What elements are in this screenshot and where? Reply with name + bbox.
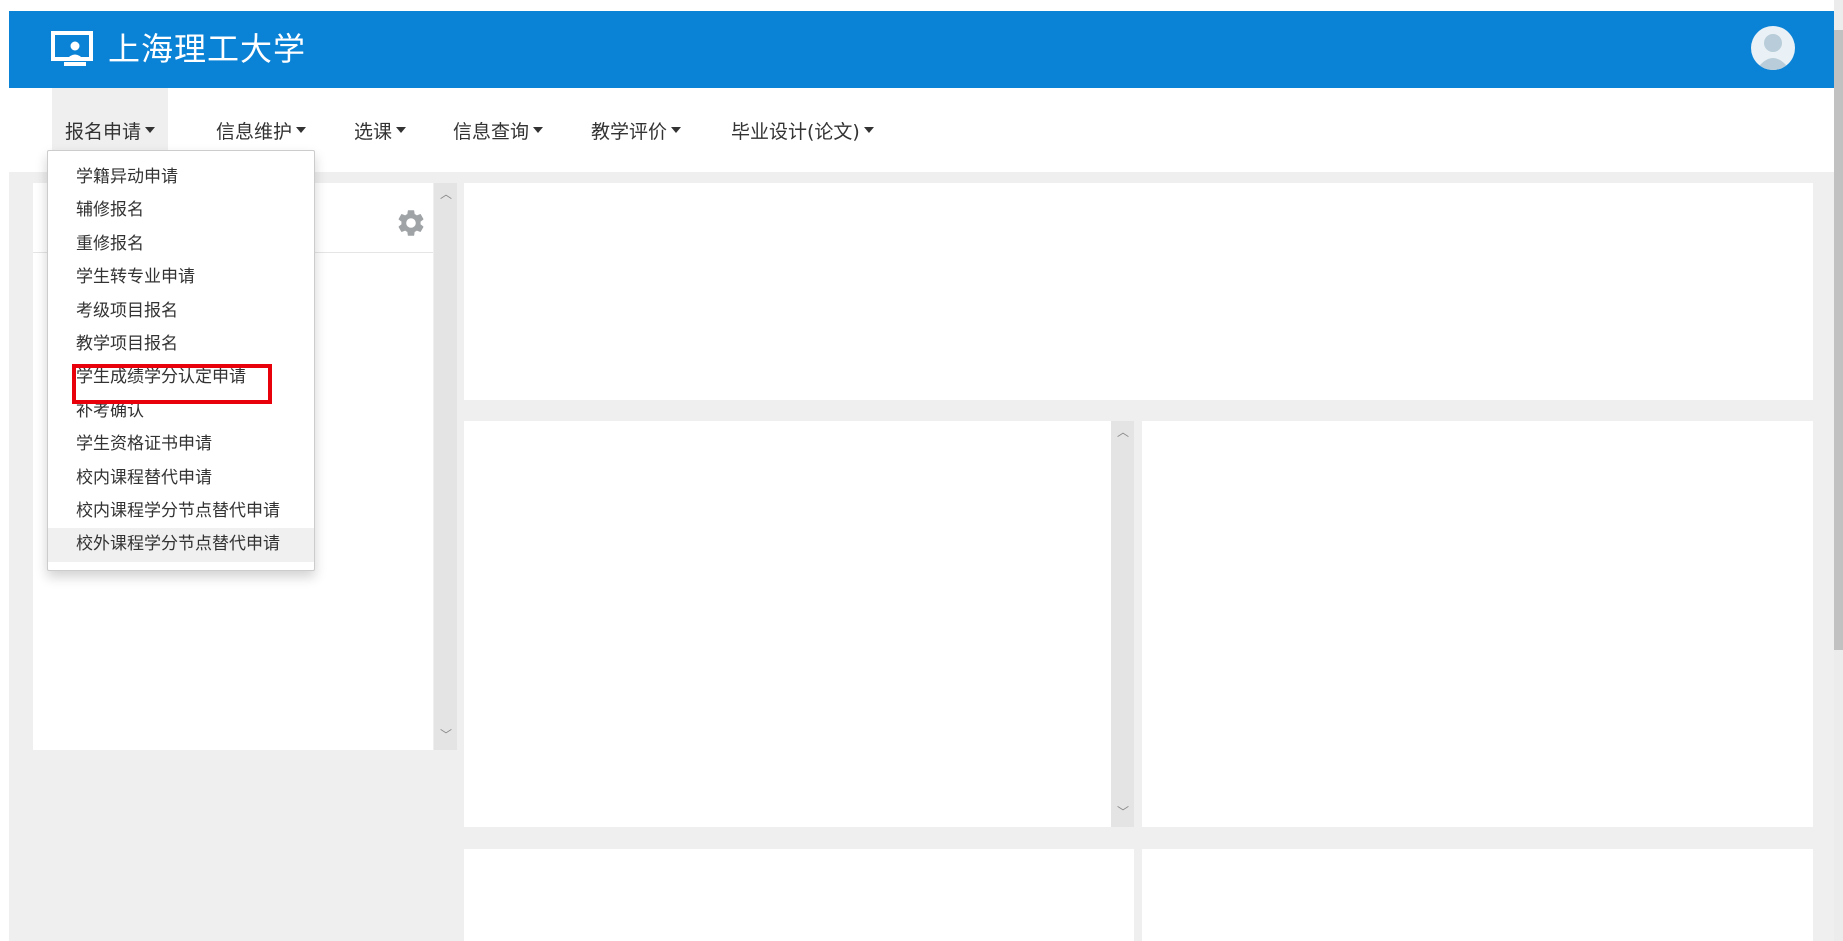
nav-item-label: 选课 — [354, 120, 393, 143]
dropdown-item-credit-recognition[interactable]: 学生成绩学分认定申请 — [48, 361, 314, 394]
nav-item-info-query[interactable]: 信息查询 — [453, 88, 544, 172]
user-avatar-icon[interactable] — [1751, 26, 1795, 70]
page-scrollbar-thumb[interactable] — [1834, 30, 1843, 650]
dropdown-item-makeup-exam-confirm[interactable]: 补考确认 — [48, 395, 314, 428]
nav-item-label: 信息查询 — [453, 120, 530, 143]
chevron-up-icon[interactable]: ︿ — [1117, 426, 1129, 438]
nav-item-label: 教学评价 — [591, 120, 668, 143]
caret-down-icon — [296, 127, 307, 133]
gear-icon[interactable] — [395, 207, 427, 239]
dropdown-item-internal-course-substitute[interactable]: 校内课程替代申请 — [48, 462, 314, 495]
logo[interactable]: 上海理工大学 — [50, 25, 306, 73]
dropdown-item-major-transfer[interactable]: 学生转专业申请 — [48, 261, 314, 294]
chevron-down-icon[interactable]: ﹀ — [1117, 806, 1129, 818]
caret-down-icon — [145, 127, 155, 133]
content-panel-bottom-right — [1142, 849, 1813, 941]
dropdown-item-exam-registration[interactable]: 考级项目报名 — [48, 295, 314, 328]
page-scrollbar[interactable] — [1834, 0, 1843, 941]
caret-down-icon — [863, 127, 874, 133]
nav-item-graduation-design[interactable]: 毕业设计(论文) — [731, 88, 874, 172]
nav-item-label: 报名申请 — [64, 120, 141, 143]
caret-down-icon — [671, 127, 682, 133]
content-panel-middle-left — [464, 421, 1111, 827]
dropdown-item-certificate-application[interactable]: 学生资格证书申请 — [48, 428, 314, 461]
nav-item-label: 信息维护 — [216, 120, 293, 143]
content-panel-bottom-left — [464, 849, 1134, 941]
sidebar-scrollbar[interactable]: ︿ ﹀ — [434, 183, 457, 750]
nav-item-teaching-evaluation[interactable]: 教学评价 — [591, 88, 682, 172]
nav-item-course-selection[interactable]: 选课 — [354, 88, 407, 172]
school-name: 上海理工大学 — [108, 30, 307, 68]
nav-item-label: 毕业设计(论文) — [731, 120, 860, 143]
dropdown-item-minor-registration[interactable]: 辅修报名 — [48, 194, 314, 227]
caret-down-icon — [396, 127, 407, 133]
caret-down-icon — [533, 127, 544, 133]
content-panel-middle-right — [1142, 421, 1813, 827]
middle-panel-scrollbar[interactable]: ︿ ﹀ — [1111, 421, 1134, 827]
dropdown-item-internal-credit-node-substitute[interactable]: 校内课程学分节点替代申请 — [48, 495, 314, 528]
dropdown-list: 学籍异动申请 辅修报名 重修报名 学生转专业申请 考级项目报名 教学项目报名 学… — [48, 151, 314, 562]
dropdown-item-teaching-project[interactable]: 教学项目报名 — [48, 328, 314, 361]
chevron-down-icon[interactable]: ﹀ — [440, 729, 452, 741]
registration-dropdown-menu: 学籍异动申请 辅修报名 重修报名 学生转专业申请 考级项目报名 教学项目报名 学… — [47, 150, 315, 571]
content-panel-top — [464, 183, 1813, 400]
dropdown-item-status-change[interactable]: 学籍异动申请 — [48, 161, 314, 194]
monitor-user-icon — [51, 31, 93, 66]
dropdown-item-retake-registration[interactable]: 重修报名 — [48, 228, 314, 261]
dropdown-item-external-credit-node-substitute[interactable]: 校外课程学分节点替代申请 — [48, 528, 314, 562]
chevron-up-icon[interactable]: ︿ — [440, 188, 452, 200]
top-header: 上海理工大学 — [9, 11, 1843, 88]
